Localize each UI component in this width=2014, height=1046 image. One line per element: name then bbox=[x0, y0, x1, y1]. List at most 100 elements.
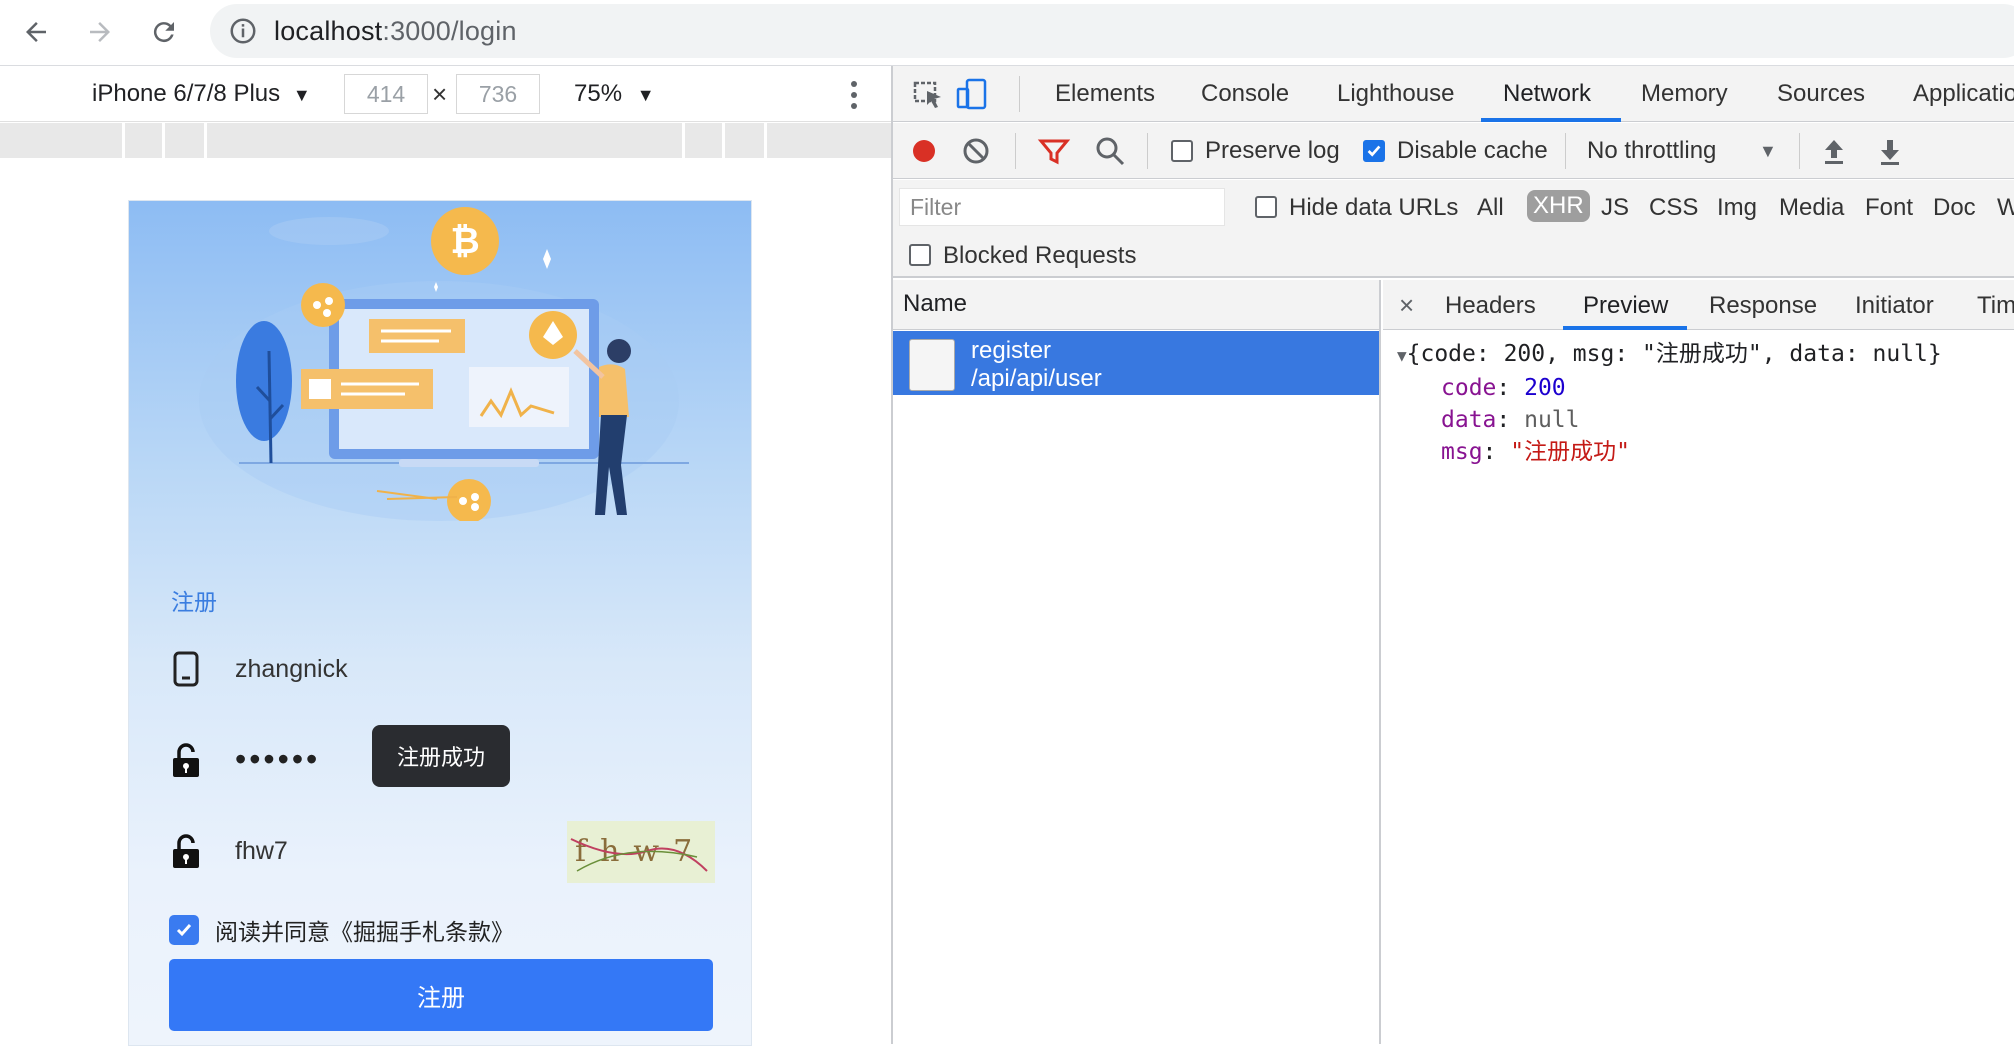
search-icon[interactable] bbox=[1093, 134, 1127, 168]
device-viewport: ₿ 注册 zhangnick •••••• 注册成功 fhw7 fhw7 阅读并… bbox=[0, 158, 891, 1046]
expand-triangle-icon[interactable]: ▼ bbox=[1397, 346, 1407, 365]
url-host: localhost bbox=[274, 15, 383, 46]
ruler-segment[interactable] bbox=[722, 123, 725, 158]
devtools-panel: Elements Console Lighthouse Network Memo… bbox=[891, 66, 2014, 1044]
tab-lighthouse[interactable]: Lighthouse bbox=[1337, 80, 1454, 108]
url-path: :3000/login bbox=[382, 15, 517, 46]
disable-cache-label[interactable]: Disable cache bbox=[1397, 137, 1548, 165]
username-value[interactable]: zhangnick bbox=[235, 655, 348, 684]
width-input[interactable]: 414 bbox=[344, 74, 428, 114]
ruler-segment[interactable] bbox=[162, 123, 165, 158]
tab-memory[interactable]: Memory bbox=[1641, 80, 1728, 108]
upload-icon[interactable] bbox=[1817, 134, 1851, 168]
captcha-row[interactable]: fhw7 bbox=[171, 833, 288, 869]
preserve-log-label[interactable]: Preserve log bbox=[1205, 137, 1340, 165]
divider bbox=[1019, 76, 1020, 112]
tab-network[interactable]: Network bbox=[1503, 80, 1591, 108]
more-options-icon[interactable] bbox=[846, 78, 862, 112]
ruler-segment[interactable] bbox=[764, 123, 767, 158]
blocked-requests-checkbox[interactable] bbox=[909, 244, 931, 266]
phone-icon bbox=[173, 651, 199, 687]
terms-checkbox[interactable] bbox=[169, 915, 199, 945]
back-button[interactable] bbox=[14, 12, 58, 52]
tab-sources[interactable]: Sources bbox=[1777, 80, 1865, 108]
disable-cache-checkbox[interactable] bbox=[1363, 140, 1385, 162]
password-value[interactable]: •••••• bbox=[235, 741, 320, 778]
tab-console[interactable]: Console bbox=[1201, 80, 1289, 108]
json-value: null bbox=[1524, 407, 1580, 433]
request-detail: × Headers Preview Response Initiator Tim… bbox=[1383, 280, 2014, 1044]
type-filter-all[interactable]: All bbox=[1477, 194, 1504, 222]
username-row[interactable]: zhangnick bbox=[171, 651, 348, 687]
captcha-input-value[interactable]: fhw7 bbox=[235, 837, 288, 866]
dropdown-arrow-icon[interactable]: ▼ bbox=[1759, 141, 1777, 162]
type-filter-js[interactable]: JS bbox=[1601, 194, 1629, 222]
checkmark-icon bbox=[1367, 145, 1381, 157]
preserve-log-checkbox[interactable] bbox=[1171, 140, 1193, 162]
filter-input[interactable]: Filter bbox=[899, 188, 1225, 226]
inspect-element-icon[interactable] bbox=[911, 77, 945, 111]
device-select[interactable]: iPhone 6/7/8 Plus ▼ bbox=[92, 80, 311, 108]
tab-headers[interactable]: Headers bbox=[1445, 292, 1536, 320]
tab-timing[interactable]: Timi bbox=[1977, 292, 2014, 320]
reload-button[interactable] bbox=[142, 12, 186, 52]
dropdown-arrow-icon: ▼ bbox=[292, 85, 311, 105]
terms-agreement[interactable]: 阅读并同意《掘掘手札条款》 bbox=[169, 913, 514, 947]
form-title: 注册 bbox=[171, 589, 217, 615]
height-input[interactable]: 736 bbox=[456, 74, 540, 114]
record-icon[interactable] bbox=[907, 134, 941, 168]
media-query-ruler[interactable] bbox=[0, 123, 891, 158]
tab-elements[interactable]: Elements bbox=[1055, 80, 1155, 108]
dimension-separator: × bbox=[432, 79, 448, 109]
address-bar[interactable]: localhost:3000/login bbox=[210, 4, 2014, 58]
ruler-segment[interactable] bbox=[204, 123, 207, 158]
ruler-segment[interactable] bbox=[682, 123, 685, 158]
type-filter-xhr[interactable]: XHR bbox=[1527, 190, 1590, 222]
type-filter-media[interactable]: Media bbox=[1779, 194, 1844, 222]
device-toggle-icon[interactable] bbox=[955, 77, 989, 111]
name-column-header[interactable]: Name bbox=[893, 280, 1379, 330]
browser-toolbar: localhost:3000/login bbox=[0, 0, 2014, 66]
terms-label[interactable]: 阅读并同意《掘掘手札条款》 bbox=[215, 913, 514, 947]
json-field-data: data: null bbox=[1441, 407, 1580, 433]
tab-application[interactable]: Applicatio bbox=[1913, 80, 2014, 108]
request-row-register[interactable]: register /api/api/user bbox=[893, 331, 1379, 395]
ruler-segment[interactable] bbox=[122, 123, 125, 158]
toast-message: 注册成功 bbox=[372, 725, 510, 787]
throttling-select[interactable]: No throttling bbox=[1587, 137, 1716, 165]
filter-bar: Filter Hide data URLs All XHR JS CSS Img… bbox=[893, 180, 2014, 278]
divider bbox=[1015, 133, 1016, 169]
svg-text:₿: ₿ bbox=[450, 221, 479, 262]
json-field-msg: msg: "注册成功" bbox=[1441, 439, 1630, 465]
tab-preview[interactable]: Preview bbox=[1583, 292, 1668, 320]
arrow-right-icon bbox=[90, 22, 110, 42]
request-name: register bbox=[971, 337, 1052, 364]
captcha-graphic: fhw7 bbox=[570, 834, 708, 872]
tab-initiator[interactable]: Initiator bbox=[1855, 292, 1934, 320]
url-text: localhost:3000/login bbox=[274, 16, 517, 47]
type-filter-doc[interactable]: Doc bbox=[1933, 194, 1976, 222]
close-icon[interactable]: × bbox=[1399, 290, 1414, 321]
type-filter-css[interactable]: CSS bbox=[1649, 194, 1698, 222]
forward-button[interactable] bbox=[78, 12, 122, 52]
register-button[interactable]: 注册 bbox=[169, 959, 713, 1031]
download-icon[interactable] bbox=[1873, 134, 1907, 168]
active-detail-tab-indicator bbox=[1563, 326, 1687, 330]
password-row[interactable]: •••••• bbox=[171, 741, 320, 778]
type-filter-font[interactable]: Font bbox=[1865, 194, 1913, 222]
type-filter-ws[interactable]: W bbox=[1997, 194, 2014, 222]
divider bbox=[1565, 133, 1566, 169]
clear-icon[interactable] bbox=[959, 134, 993, 168]
hide-data-urls-label[interactable]: Hide data URLs bbox=[1289, 194, 1458, 222]
blocked-requests-label[interactable]: Blocked Requests bbox=[943, 242, 1136, 270]
zoom-select[interactable]: 75% ▼ bbox=[574, 80, 655, 108]
json-value: "注册成功" bbox=[1510, 439, 1630, 465]
json-root[interactable]: ▼{code: 200, msg: "注册成功", data: null} bbox=[1397, 338, 1942, 372]
type-filter-img[interactable]: Img bbox=[1717, 194, 1757, 222]
captcha-image[interactable]: fhw7 bbox=[567, 821, 715, 883]
hide-data-urls-checkbox[interactable] bbox=[1255, 196, 1277, 218]
filter-icon[interactable] bbox=[1037, 134, 1071, 168]
tab-response[interactable]: Response bbox=[1709, 292, 1817, 320]
detail-tabbar: × Headers Preview Response Initiator Tim… bbox=[1383, 280, 2014, 330]
info-icon[interactable] bbox=[228, 16, 258, 46]
